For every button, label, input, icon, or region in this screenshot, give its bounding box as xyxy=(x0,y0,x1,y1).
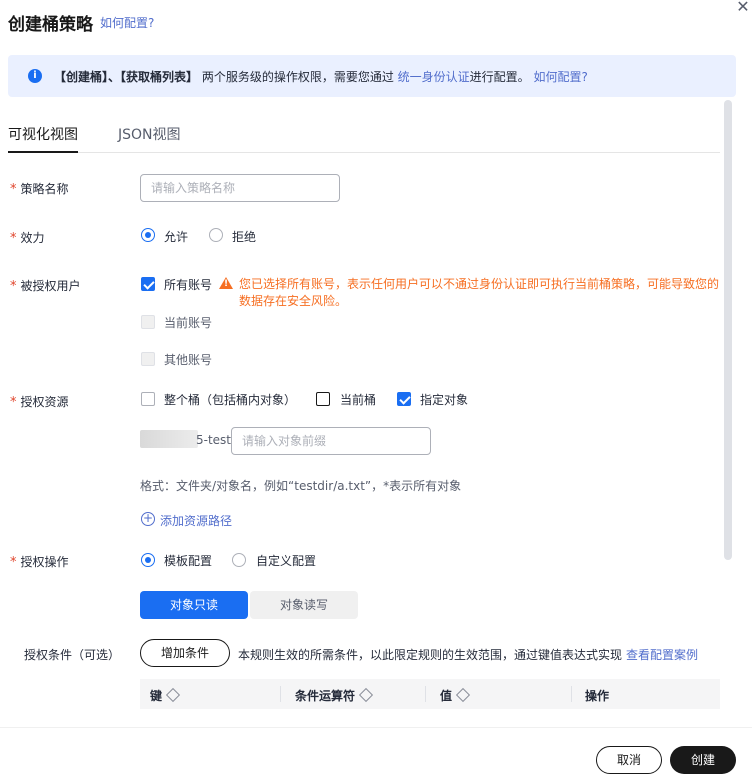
principal-warning: 您已选择所有账号，表示任何用户可以不通过身份认证即可执行当前桶策略，可能导致您的… xyxy=(239,277,720,308)
bucket-name-suffix: 5-test xyxy=(196,433,232,447)
info-operations: 【创建桶】、【获取桶列表】 xyxy=(54,70,199,84)
conditions-description: 本规则生效的所需条件，以此限定规则的生效范围，通过键值表达式实现 xyxy=(238,648,623,662)
col-value[interactable]: 值 xyxy=(440,687,471,704)
footer-divider xyxy=(0,727,752,728)
actions-custom-radio[interactable] xyxy=(232,553,246,567)
add-condition-button[interactable]: 增加条件 xyxy=(140,639,230,667)
bucket-name-redacted xyxy=(140,430,198,448)
policy-name-input[interactable]: 请输入策略名称 xyxy=(140,174,340,202)
effect-label: * 效力 xyxy=(10,231,45,246)
format-hint: 格式：文件夹/对象名，例如“testdir/a.txt”，*表示所有对象 xyxy=(140,479,462,493)
resource-label: * 授权资源 xyxy=(10,395,69,410)
info-help-link[interactable]: 如何配置? xyxy=(534,70,588,84)
col-action: 操作 xyxy=(585,689,610,703)
principal-all-label[interactable]: 所有账号 xyxy=(164,276,212,293)
active-tab-indicator xyxy=(8,151,78,153)
cancel-button[interactable]: 取消 xyxy=(596,746,662,774)
actions-template-radio[interactable] xyxy=(141,553,155,567)
actions-custom-label[interactable]: 自定义配置 xyxy=(256,552,316,569)
object-prefix-input[interactable]: 请输入对象前缀 xyxy=(231,427,431,455)
info-icon: i xyxy=(28,69,42,83)
col-key[interactable]: 键 xyxy=(150,687,181,704)
add-resource-path-link[interactable]: 添加资源路径 xyxy=(160,512,232,529)
template-readwrite-button[interactable]: 对象读写 xyxy=(250,591,358,619)
principal-all-checkbox[interactable] xyxy=(141,277,155,291)
effect-deny-label[interactable]: 拒绝 xyxy=(232,228,256,245)
help-link[interactable]: 如何配置? xyxy=(100,14,154,31)
principal-label: * 被授权用户 xyxy=(10,279,81,294)
effect-allow-radio[interactable] xyxy=(141,228,155,242)
tab-json[interactable]: JSON视图 xyxy=(118,124,181,144)
resource-specific-object-checkbox[interactable] xyxy=(397,392,411,406)
effect-deny-radio[interactable] xyxy=(209,228,223,242)
principal-current-label: 当前账号 xyxy=(164,316,213,330)
dialog-title: 创建桶策略 xyxy=(8,15,93,35)
col-operator[interactable]: 条件运算符 xyxy=(295,687,374,704)
info-text: 【创建桶】、【获取桶列表】 两个服务级的操作权限，需要您通过 统一身份认证进行配… xyxy=(54,68,588,85)
actions-label: * 授权操作 xyxy=(10,555,69,570)
principal-current-checkbox[interactable] xyxy=(141,315,155,329)
resource-current-bucket-checkbox[interactable] xyxy=(316,392,330,406)
scrollbar[interactable] xyxy=(724,100,732,560)
iam-link[interactable]: 统一身份认证 xyxy=(398,70,470,84)
tab-visual[interactable]: 可视化视图 xyxy=(8,124,78,144)
resource-whole-bucket-label[interactable]: 整个桶（包括桶内对象） xyxy=(164,391,296,408)
conditions-label: 授权条件（可选） xyxy=(24,648,121,662)
info-banner: i 【创建桶】、【获取桶列表】 两个服务级的操作权限，需要您通过 统一身份认证进… xyxy=(8,55,736,97)
resource-specific-object-label[interactable]: 指定对象 xyxy=(420,391,468,408)
effect-allow-label[interactable]: 允许 xyxy=(164,228,188,245)
principal-other-checkbox[interactable] xyxy=(141,352,155,366)
resource-whole-bucket-checkbox[interactable] xyxy=(141,392,155,406)
sort-icon[interactable] xyxy=(455,687,471,702)
actions-template-label[interactable]: 模板配置 xyxy=(164,552,212,569)
close-icon[interactable]: ✕ xyxy=(734,0,752,18)
create-button[interactable]: 创建 xyxy=(670,746,736,774)
conditions-table-header: 键 条件运算符 值 操作 xyxy=(140,679,720,709)
info-text-part3: 进行配置。 xyxy=(469,70,534,84)
resource-current-bucket-label[interactable]: 当前桶 xyxy=(340,391,376,408)
add-icon[interactable]: + xyxy=(141,512,155,526)
principal-other-label: 其他账号 xyxy=(164,353,213,367)
view-tabs: 可视化视图 JSON视图 xyxy=(8,115,720,153)
template-readonly-button[interactable]: 对象只读 xyxy=(140,591,248,619)
info-text-part2: 两个服务级的操作权限，需要您通过 xyxy=(198,70,398,84)
example-link[interactable]: 查看配置案例 xyxy=(626,646,698,663)
sort-icon[interactable] xyxy=(358,687,374,702)
policy-name-label: * 策略名称 xyxy=(10,182,69,197)
sort-icon[interactable] xyxy=(165,687,181,702)
